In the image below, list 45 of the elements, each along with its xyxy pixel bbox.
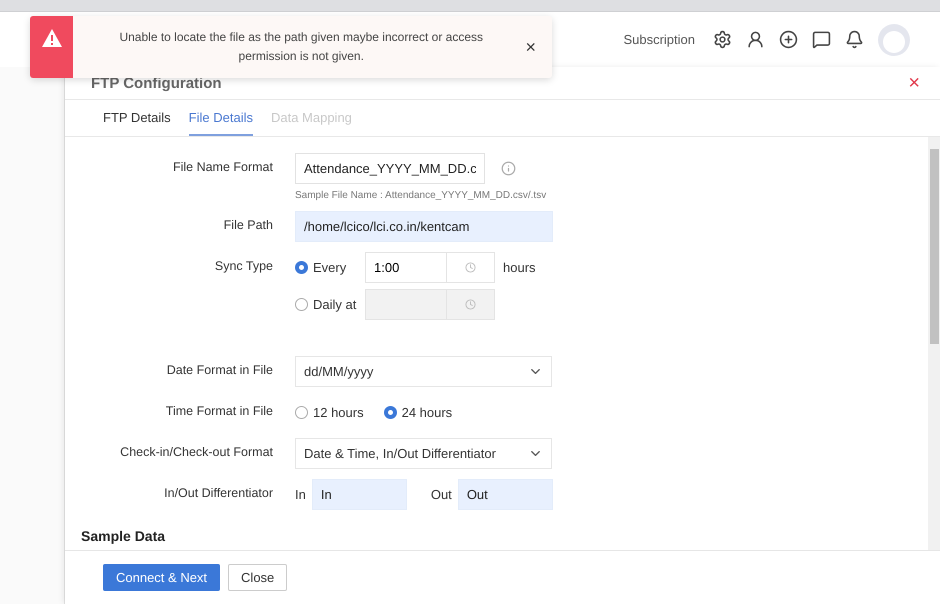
dropdown[interactable]: dd/MM/yyyy: [295, 356, 552, 387]
radio-button[interactable]: [295, 406, 308, 419]
tab[interactable]: File Details: [188, 100, 253, 136]
radio-button[interactable]: [384, 406, 397, 419]
radio-option[interactable]: Every: [295, 260, 357, 275]
text-field[interactable]: Out: [458, 479, 553, 510]
field-label: Time Format in File: [164, 403, 273, 418]
field-label: File Path: [222, 217, 273, 232]
time-picker[interactable]: 1:00: [365, 252, 495, 283]
info-icon[interactable]: [501, 161, 516, 176]
clock-icon: [465, 262, 476, 273]
person-icon[interactable]: [746, 30, 765, 49]
notification-icon[interactable]: [845, 30, 864, 49]
text-field[interactable]: Attendance_YYYY_MM_DD.c: [295, 153, 485, 184]
radio-option[interactable]: 12 hours: [295, 405, 364, 420]
connect-button[interactable]: Connect & Next: [103, 564, 220, 591]
dropdown[interactable]: Date & Time, In/Out Differentiator: [295, 438, 552, 469]
field-label: Check-in/Check-out Format: [119, 444, 273, 459]
field-label: In: [295, 487, 306, 502]
tab[interactable]: FTP Details: [103, 100, 171, 136]
unit-label: hours: [503, 260, 536, 275]
text-field[interactable]: In: [312, 479, 407, 510]
time-input[interactable]: 1:00: [366, 253, 446, 282]
help-icon[interactable]: [812, 30, 831, 49]
error-message: Unable to locate the file as the path given maybe incorrect or access permission is not given.: [118, 29, 484, 65]
clock-icon: [465, 299, 476, 310]
text-field[interactable]: /home/lcico/lci.co.in/kentcam: [295, 211, 553, 242]
field-label: Sync Type: [214, 258, 273, 273]
section-heading: Sample Data: [81, 528, 166, 544]
radio-button[interactable]: [295, 261, 308, 274]
close-button[interactable]: ×: [908, 72, 920, 94]
radio-button[interactable]: [295, 298, 308, 311]
field-label: Date Format in File: [166, 362, 273, 377]
close-button[interactable]: Close: [228, 564, 288, 591]
close-button[interactable]: ×: [509, 16, 552, 78]
hint-text: Sample File Name : Attendance_YYYY_MM_DD.csv/.tsv: [295, 190, 546, 201]
field-label: In/Out Differentiator: [163, 485, 273, 500]
add-icon[interactable]: [779, 30, 798, 49]
radio-option[interactable]: Daily at: [295, 297, 357, 312]
radio-option[interactable]: 24 hours: [384, 405, 452, 420]
settings-icon[interactable]: [713, 30, 732, 49]
field-label: Out: [430, 487, 452, 502]
subscription-link[interactable]: Subscription: [623, 32, 695, 47]
field-label: File Name Format: [172, 159, 273, 174]
warning-icon: [40, 28, 62, 48]
